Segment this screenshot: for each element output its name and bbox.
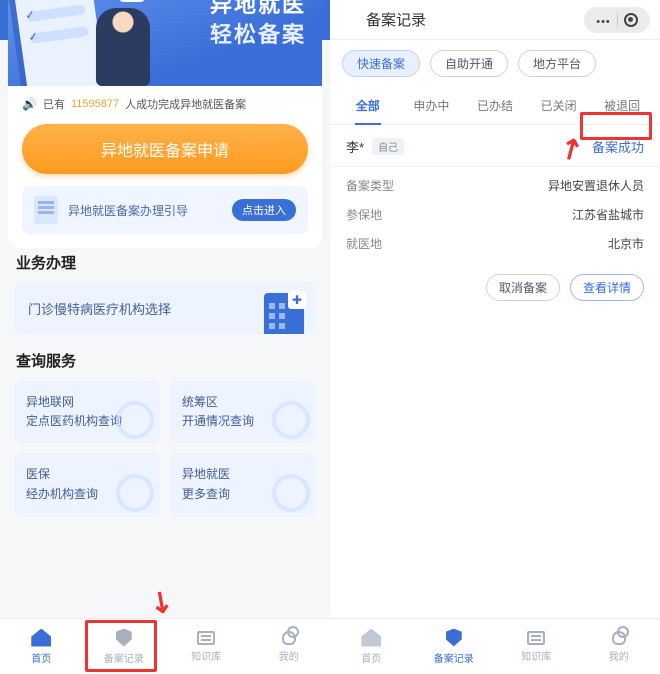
tab-kb[interactable]: 知识库 (165, 619, 248, 674)
guide-row[interactable]: 异地就医备案办理引导 点击进入 (22, 186, 308, 234)
tab-inprog[interactable]: 申办中 (400, 87, 464, 124)
close-target-icon[interactable] (624, 13, 638, 27)
status-badge: 备案成功 (592, 137, 644, 156)
relation-badge: 自己 (372, 138, 404, 155)
success-count: 11595877 (71, 98, 119, 110)
query-card-1[interactable]: 统筹区开通情况查询 (170, 381, 316, 443)
book-icon (197, 631, 215, 645)
tabbar-left: 首页 备案记录 知识库 我的 (0, 618, 330, 674)
filter-fast[interactable]: 快速备案 (342, 50, 420, 77)
tab-home[interactable]: 首页 (0, 619, 83, 674)
tab-me[interactable]: 我的 (248, 619, 331, 674)
cancel-record-button[interactable]: 取消备案 (486, 274, 560, 301)
page-title: 备案记录 (360, 9, 584, 30)
guide-text: 异地就医备案办理引导 (68, 202, 188, 219)
deco-icon (272, 401, 310, 439)
phone-left: 异地就医 异地就医 轻松备案 🔊 已有 11595877 人成功完成异地就医备案… (0, 0, 330, 674)
person-illustration (96, 8, 150, 86)
status-tabs: 全部 申办中 已办结 已关闭 被退回 (330, 87, 660, 125)
deco-icon (116, 474, 154, 512)
query-card-2[interactable]: 医保经办机构查询 (14, 453, 160, 515)
person-icon (282, 631, 296, 645)
record-kv-list: 备案类型异地安置退休人员 参保地江苏省盐城市 就医地北京市 (330, 167, 660, 266)
hospital-icon (264, 293, 304, 334)
speech-bubble-icon (118, 0, 146, 2)
more-icon[interactable] (596, 12, 611, 28)
hero-slogan: 异地就医 轻松备案 (210, 0, 306, 49)
filter-row: 快速备案 自助开通 地方平台 (330, 40, 660, 87)
filter-local[interactable]: 地方平台 (518, 50, 596, 77)
sound-icon: 🔊 (22, 97, 37, 111)
deco-icon (116, 401, 154, 439)
section-query-title: 查询服务 (0, 346, 330, 381)
phone-right: 备案记录 快速备案 自助开通 地方平台 全部 申办中 已办结 已关闭 被退回 李… (330, 0, 660, 674)
query-card-0[interactable]: 异地联网定点医药机构查询 (14, 381, 160, 443)
miniapp-capsule[interactable] (584, 7, 650, 33)
document-icon (34, 196, 58, 224)
biz-card[interactable]: 门诊慢特病医疗机构选择 (14, 283, 316, 334)
topbar-right: 备案记录 (330, 0, 660, 40)
phone-illustration (12, 0, 106, 86)
hero-card: 异地就医 轻松备案 🔊 已有 11595877 人成功完成异地就医备案 异地就医… (8, 0, 322, 248)
deco-icon (272, 474, 310, 512)
hero-banner: 异地就医 轻松备案 (8, 0, 322, 86)
tab-kb[interactable]: 知识库 (495, 619, 578, 674)
view-detail-button[interactable]: 查看详情 (570, 274, 644, 301)
home-icon (361, 629, 381, 647)
tab-closed[interactable]: 已关闭 (527, 87, 591, 124)
tab-home[interactable]: 首页 (330, 619, 413, 674)
shield-icon (116, 629, 132, 647)
tab-record[interactable]: 备案记录 (83, 619, 166, 674)
shield-icon (446, 629, 462, 647)
success-count-row: 🔊 已有 11595877 人成功完成异地就医备案 (8, 86, 322, 116)
tab-done[interactable]: 已办结 (463, 87, 527, 124)
home-icon (31, 629, 51, 647)
book-icon (527, 631, 545, 645)
query-grid: 异地联网定点医药机构查询 统筹区开通情况查询 医保经办机构查询 异地就医更多查询 (14, 381, 316, 516)
record-name: 李* (346, 137, 364, 156)
tabbar-right: 首页 备案记录 知识库 我的 (330, 618, 660, 674)
arrow-annotation: ↘ (143, 581, 181, 621)
record-item: 李* 自己 备案成功 (330, 125, 660, 167)
query-card-3[interactable]: 异地就医更多查询 (170, 453, 316, 515)
guide-enter-button[interactable]: 点击进入 (232, 199, 296, 221)
tab-me[interactable]: 我的 (578, 619, 660, 674)
person-icon (612, 631, 626, 645)
apply-button[interactable]: 异地就医备案申请 (22, 124, 308, 174)
filter-self[interactable]: 自助开通 (430, 50, 508, 77)
tab-record[interactable]: 备案记录 (413, 619, 496, 674)
record-head: 李* 自己 备案成功 (346, 137, 644, 156)
tab-returned[interactable]: 被退回 (590, 87, 654, 124)
section-biz-title: 业务办理 (0, 248, 330, 283)
tab-all[interactable]: 全部 (336, 87, 400, 124)
record-actions: 取消备案 查看详情 (330, 266, 660, 309)
